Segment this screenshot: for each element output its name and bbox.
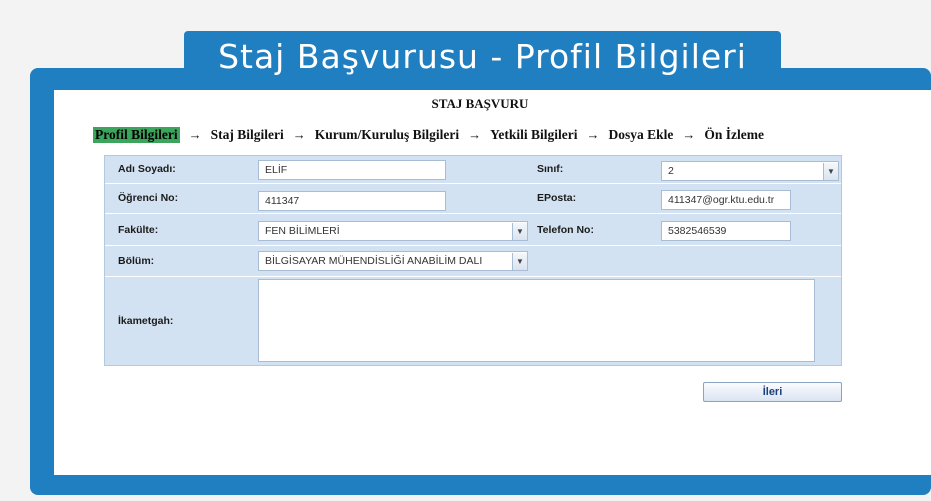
step-profil-bilgileri[interactable]: Profil Bilgileri [93,127,180,143]
step-staj-bilgileri[interactable]: Staj Bilgileri [211,127,284,143]
profile-form: Adı Soyadı: ELİF Sınıf: 2 ▼ Öğrenci No: … [104,155,842,366]
email-label: EPosta: [537,192,577,204]
class-select-value: 2 [668,165,674,177]
residence-textarea[interactable] [258,279,815,362]
chevron-down-icon[interactable]: ▼ [823,163,838,180]
form-row: Öğrenci No: 411347 EPosta: 411347@ogr.kt… [105,183,841,214]
arrow-icon: → [682,127,696,142]
form-row: Adı Soyadı: ELİF Sınıf: 2 ▼ [105,156,841,184]
form-row: Bölüm: BİLGİSAYAR MÜHENDİSLİĞİ ANABİLİM … [105,245,841,277]
class-select[interactable]: 2 ▼ [661,161,839,181]
form-row: Fakülte: FEN BİLİMLERİ ▼ Telefon No: 538… [105,213,841,246]
chevron-down-icon[interactable]: ▼ [512,223,527,240]
department-select-value: BİLGİSAYAR MÜHENDİSLİĞİ ANABİLİM DALI [265,255,483,267]
student-no-input[interactable]: 411347 [258,191,446,211]
arrow-icon: → [586,127,600,142]
phone-label: Telefon No: [537,224,594,236]
phone-input[interactable]: 5382546539 [661,221,791,241]
next-button[interactable]: İleri [703,382,842,402]
step-on-izleme[interactable]: Ön İzleme [704,127,764,143]
faculty-select-value: FEN BİLİMLERİ [265,225,340,237]
page-banner: Staj Başvurusu - Profil Bilgileri [184,31,781,83]
arrow-icon: → [188,127,202,142]
department-select[interactable]: BİLGİSAYAR MÜHENDİSLİĞİ ANABİLİM DALI ▼ [258,251,528,271]
chevron-down-icon[interactable]: ▼ [512,253,527,270]
page-title: STAJ BAŞVURU [431,96,529,111]
arrow-icon: → [292,127,306,142]
class-label: Sınıf: [537,163,564,175]
step-navigation: Profil Bilgileri → Staj Bilgileri → Kurum/Ku… [93,127,764,143]
faculty-label: Fakülte: [118,224,159,236]
name-input[interactable]: ELİF [258,160,446,180]
step-yetkili-bilgileri[interactable]: Yetkili Bilgileri [490,127,577,143]
step-dosya-ekle[interactable]: Dosya Ekle [609,127,674,143]
email-input[interactable]: 411347@ogr.ktu.edu.tr [661,190,791,210]
arrow-icon: → [468,127,482,142]
department-label: Bölüm: [118,255,155,267]
residence-label: İkametgah: [118,315,174,327]
faculty-select[interactable]: FEN BİLİMLERİ ▼ [258,221,528,241]
form-row: İkametgah: [105,276,841,366]
step-kurum-bilgileri[interactable]: Kurum/Kuruluş Bilgileri [315,127,459,143]
student-no-label: Öğrenci No: [118,192,179,204]
name-label: Adı Soyadı: [118,163,176,175]
